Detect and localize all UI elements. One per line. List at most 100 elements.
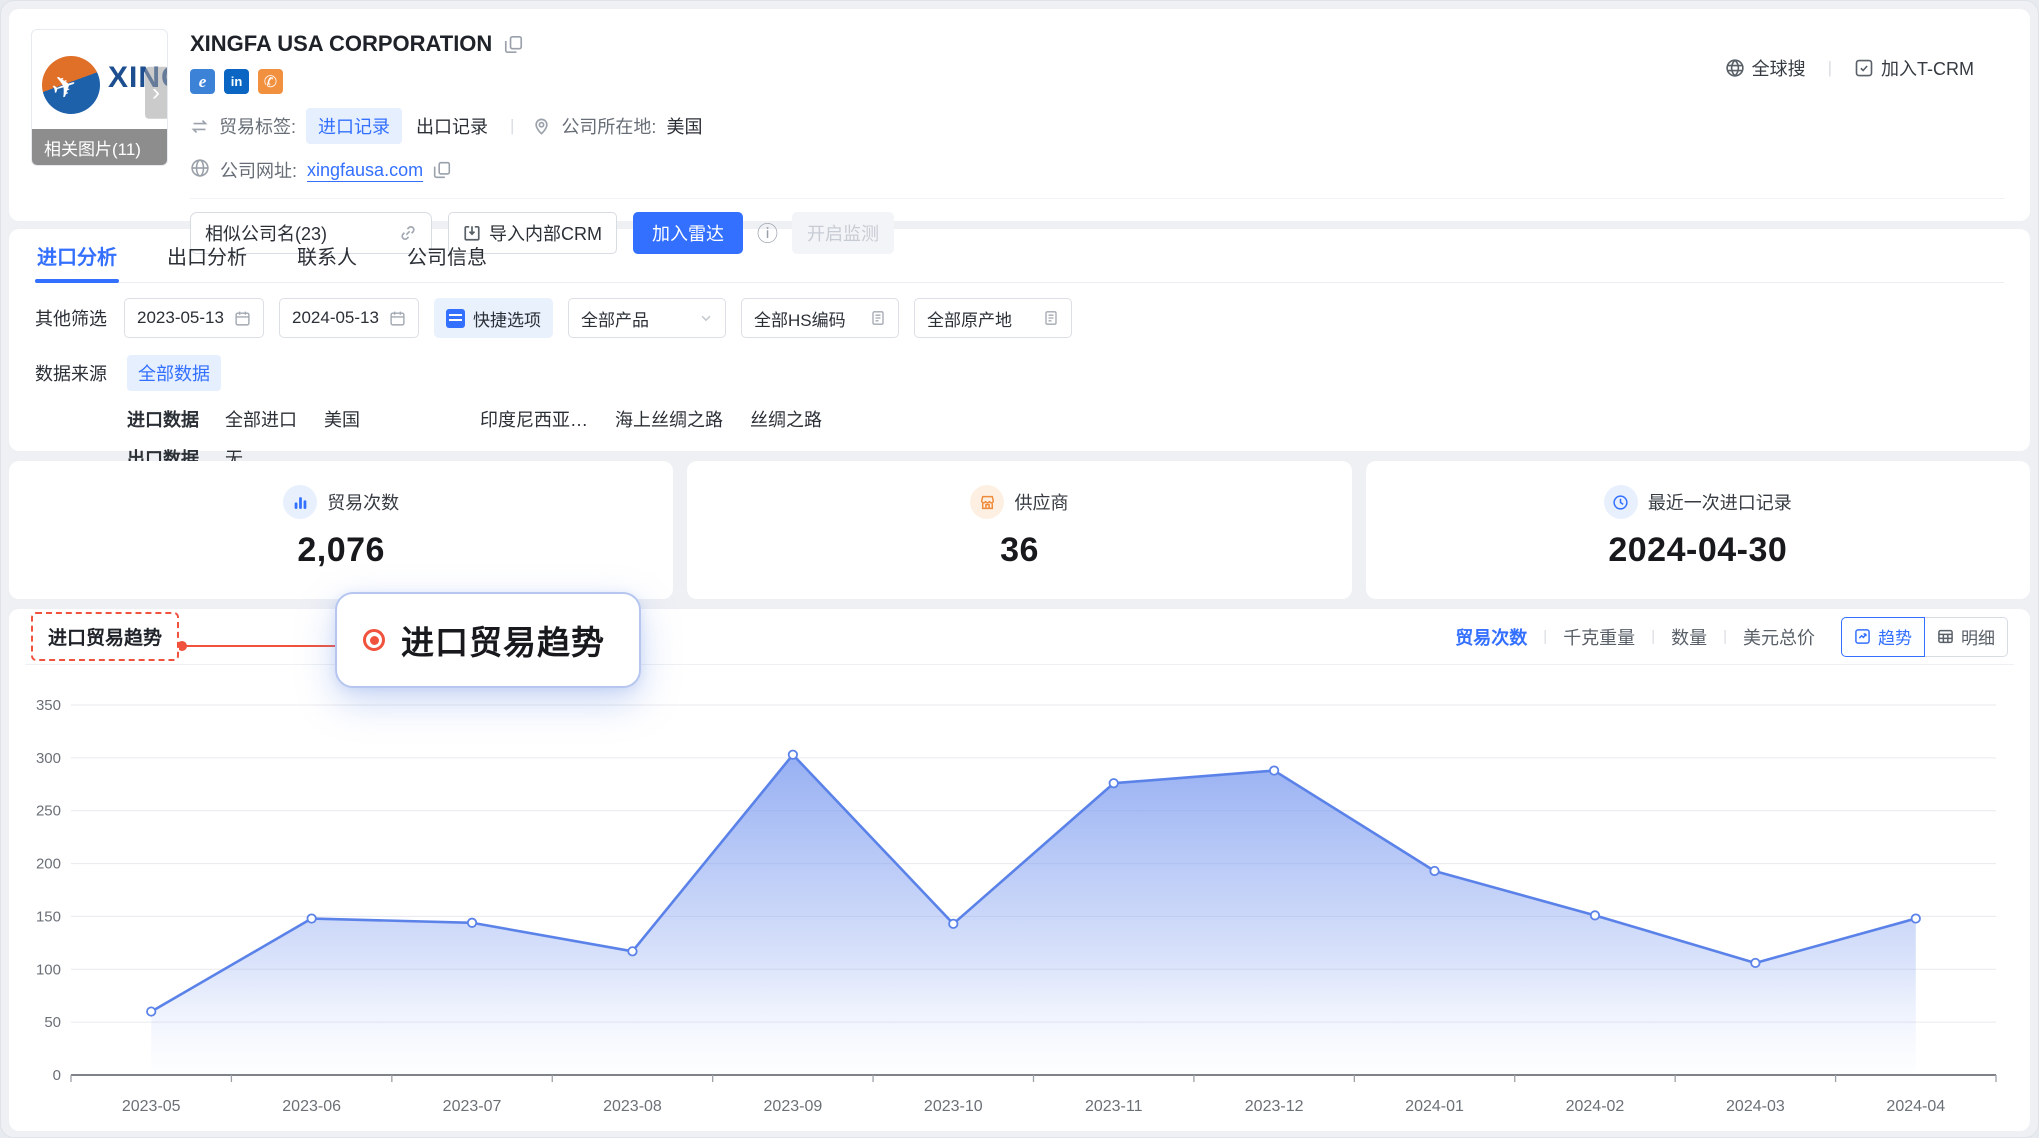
divider: | bbox=[1828, 58, 1832, 78]
svg-text:2024-03: 2024-03 bbox=[1726, 1098, 1785, 1115]
website-caption: 公司网址: bbox=[220, 157, 297, 183]
stats-row: 贸易次数 2,076 供应商 36 最近一次进口记录 2024-04-30 bbox=[9, 461, 2030, 599]
calendar-icon bbox=[234, 310, 251, 327]
import-source-item[interactable]: 印度尼西亚… bbox=[480, 406, 588, 432]
svg-text:2024-02: 2024-02 bbox=[1566, 1098, 1625, 1115]
svg-text:2024-04: 2024-04 bbox=[1886, 1098, 1945, 1115]
copy-icon[interactable] bbox=[504, 35, 523, 54]
data-source-caption: 数据来源 bbox=[35, 360, 127, 386]
svg-text:50: 50 bbox=[44, 1014, 61, 1031]
location-caption: 公司所在地: bbox=[561, 113, 656, 139]
import-source-item[interactable]: 丝绸之路 bbox=[750, 406, 822, 432]
website-social-icon[interactable]: e bbox=[190, 69, 215, 94]
document-icon bbox=[1043, 310, 1059, 326]
plane-icon: ✈ bbox=[47, 67, 82, 108]
tab-company-info[interactable]: 公司信息 bbox=[405, 229, 489, 282]
linkedin-icon[interactable]: in bbox=[224, 69, 249, 94]
divider: | bbox=[510, 116, 514, 136]
svg-text:350: 350 bbox=[36, 697, 61, 714]
import-source-item[interactable]: 美国 bbox=[324, 406, 360, 432]
stat-label: 贸易次数 bbox=[327, 489, 399, 515]
target-dot-icon bbox=[363, 629, 385, 651]
svg-text:2023-12: 2023-12 bbox=[1245, 1098, 1304, 1115]
shop-icon bbox=[970, 485, 1004, 519]
globe-search-icon bbox=[1725, 58, 1745, 78]
view-toggle-group: 趋势 明细 bbox=[1841, 617, 2008, 657]
filters-caption: 其他筛选 bbox=[35, 305, 107, 331]
chevron-down-icon bbox=[699, 311, 713, 325]
stat-card-trade-count: 贸易次数 2,076 bbox=[9, 461, 673, 599]
trend-chart-panel: 进口贸易趋势 进口贸易趋势 贸易次数 | 千克重量 | 数量 | 美元总价 趋势 bbox=[9, 609, 2030, 1131]
import-source-item[interactable]: 全部进口 bbox=[225, 406, 297, 432]
trend-icon bbox=[1854, 628, 1871, 645]
clock-icon bbox=[1604, 485, 1638, 519]
tag-export-records[interactable]: 出口记录 bbox=[412, 108, 492, 144]
metric-usd-total[interactable]: 美元总价 bbox=[1743, 624, 1815, 650]
stat-label: 最近一次进口记录 bbox=[1648, 489, 1792, 515]
metric-trade-count[interactable]: 贸易次数 bbox=[1455, 624, 1527, 650]
website-link[interactable]: xingfausa.com bbox=[307, 160, 423, 181]
svg-text:150: 150 bbox=[36, 908, 61, 925]
global-search-button[interactable]: 全球搜 bbox=[1725, 55, 1806, 81]
tcrm-card-icon bbox=[1854, 58, 1874, 78]
chart-title: 进口贸易趋势 bbox=[31, 612, 179, 661]
tab-import-analysis[interactable]: 进口分析 bbox=[35, 229, 119, 282]
phone-icon[interactable]: ✆ bbox=[258, 69, 283, 94]
import-source-item[interactable]: 海上丝绸之路 bbox=[615, 406, 723, 432]
svg-text:2023-09: 2023-09 bbox=[764, 1098, 823, 1115]
svg-text:100: 100 bbox=[36, 961, 61, 978]
location-pin-icon bbox=[532, 117, 551, 136]
svg-text:2023-08: 2023-08 bbox=[603, 1098, 662, 1115]
stat-card-suppliers: 供应商 36 bbox=[687, 461, 1351, 599]
product-select[interactable]: 全部产品 bbox=[568, 298, 726, 338]
quick-options-button[interactable]: 快捷选项 bbox=[434, 298, 553, 338]
svg-text:2023-11: 2023-11 bbox=[1085, 1098, 1143, 1115]
logo-globe-icon: ✈ bbox=[42, 56, 100, 114]
company-name: XINGFA USA CORPORATION bbox=[190, 31, 492, 57]
quick-options-icon bbox=[446, 309, 465, 328]
svg-text:2023-06: 2023-06 bbox=[282, 1098, 341, 1115]
trend-area-chart[interactable]: 0501001502002503003502023-052023-062023-… bbox=[25, 671, 2016, 1123]
stat-value: 36 bbox=[1000, 531, 1039, 570]
start-monitor-button[interactable]: 开启监测 bbox=[792, 212, 894, 254]
document-icon bbox=[870, 310, 886, 326]
info-icon[interactable]: ⓘ bbox=[757, 218, 778, 248]
origin-select[interactable]: 全部原产地 bbox=[914, 298, 1072, 338]
view-detail-button[interactable]: 明细 bbox=[1925, 617, 2008, 657]
exchange-arrows-icon bbox=[190, 117, 209, 136]
data-source-all-tag[interactable]: 全部数据 bbox=[127, 355, 221, 391]
tab-contacts[interactable]: 联系人 bbox=[295, 229, 359, 282]
calendar-icon bbox=[389, 310, 406, 327]
hs-code-select[interactable]: 全部HS编码 bbox=[741, 298, 899, 338]
related-images-badge[interactable]: 相关图片(11) bbox=[32, 129, 167, 165]
divider: | bbox=[1543, 628, 1547, 645]
company-logo-card[interactable]: ✈ XINGFA GROUP › 相关图片(11) bbox=[31, 29, 168, 166]
date-from-input[interactable]: 2023-05-13 bbox=[124, 298, 264, 338]
chevron-right-icon[interactable]: › bbox=[145, 66, 167, 118]
date-to-input[interactable]: 2024-05-13 bbox=[279, 298, 419, 338]
svg-text:250: 250 bbox=[36, 803, 61, 820]
annotation-callout: 进口贸易趋势 bbox=[335, 592, 641, 688]
svg-text:200: 200 bbox=[36, 856, 61, 873]
copy-icon[interactable] bbox=[433, 161, 451, 179]
globe-icon bbox=[190, 158, 210, 183]
location-value: 美国 bbox=[666, 113, 702, 139]
svg-text:0: 0 bbox=[53, 1067, 61, 1084]
analysis-panel: 进口分析 出口分析 联系人 公司信息 其他筛选 2023-05-13 2024-… bbox=[9, 229, 2030, 451]
import-data-caption: 进口数据 bbox=[127, 406, 199, 432]
tab-export-analysis[interactable]: 出口分析 bbox=[165, 229, 249, 282]
svg-text:2024-01: 2024-01 bbox=[1405, 1098, 1464, 1115]
svg-text:2023-05: 2023-05 bbox=[122, 1098, 181, 1115]
metric-kg-weight[interactable]: 千克重量 bbox=[1563, 624, 1635, 650]
app-window: ✈ XINGFA GROUP › 相关图片(11) XINGFA USA COR… bbox=[0, 0, 2039, 1138]
stat-label: 供应商 bbox=[1014, 489, 1068, 515]
join-tcrm-button[interactable]: 加入T-CRM bbox=[1854, 55, 1974, 81]
view-trend-button[interactable]: 趋势 bbox=[1841, 617, 1925, 657]
divider: | bbox=[1723, 628, 1727, 645]
metric-quantity[interactable]: 数量 bbox=[1671, 624, 1707, 650]
add-radar-button[interactable]: 加入雷达 bbox=[633, 212, 743, 254]
stat-value: 2024-04-30 bbox=[1608, 531, 1787, 570]
tag-import-records[interactable]: 进口记录 bbox=[306, 108, 402, 144]
annotation-callout-text: 进口贸易趋势 bbox=[401, 616, 605, 664]
divider: | bbox=[1651, 628, 1655, 645]
